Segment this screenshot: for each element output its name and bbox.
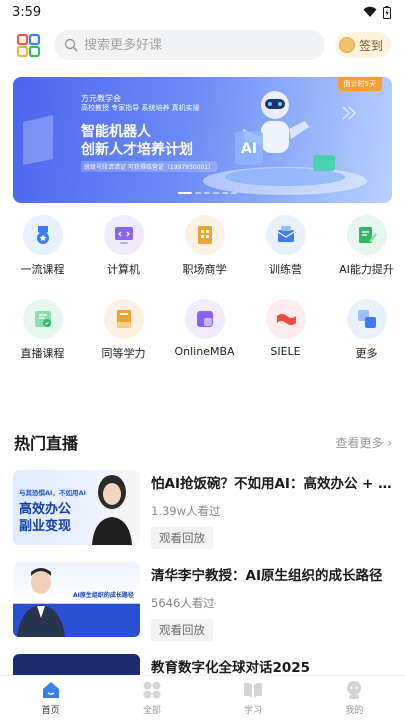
building-icon [184,215,225,255]
live-icon [22,299,63,339]
watch-replay-button[interactable]: 观看回放 [151,527,213,549]
see-more-link[interactable]: 查看更多 › [335,434,392,451]
medal-icon [22,215,63,255]
app-logo-icon[interactable] [16,32,42,58]
tab-all[interactable]: 全部 [101,676,202,720]
more-squares-icon [346,299,387,339]
home-icon [42,682,59,698]
category-grid: 一流课程 计算机 职场商学 训练营 AI能力提升 直播课程 同等学力 Onlin… [0,215,405,361]
signin-label: 签到 [358,38,383,53]
search-input[interactable] [84,37,284,53]
live-thumbnail [13,654,140,675]
live-views: 1.39w人看过 [151,504,221,518]
live-info: 怕AI抢饭碗？不如用AI：高效办公 + 副业变现 1.39w人看过 观看回放 [151,470,393,549]
category-label: 一流课程 [20,263,65,276]
category-bootcamp[interactable]: 训练营 [245,215,326,277]
svg-text:AI: AI [241,141,257,157]
watch-replay-button[interactable]: 观看回放 [151,619,213,641]
banner-badge: 倒计时5天 [337,77,382,91]
live-thumbnail: 与其恐惧AI，不如用AI 高效办公 副业变现 [13,470,140,545]
tab-label: 全部 [142,706,161,716]
computer-icon [103,215,144,255]
category-more[interactable]: 更多 [326,299,405,361]
banner-tags: 高校教授 专家指导 系统培养 真机实操 [81,104,200,112]
battery-icon [383,5,391,19]
status-bar: 3:59 [0,0,405,24]
carousel-dots[interactable] [178,192,237,194]
banner-code: 班级号段请请证 可获得结营证（1997930001） [81,161,218,172]
tab-label: 学习 [244,706,263,716]
category-label: SIELE [270,345,301,358]
live-item[interactable]: 与其恐惧AI，不如用AI 高效办公 副业变现 怕AI抢饭碗？不如用AI：高效办公… [13,470,393,549]
wifi-icon [363,6,377,17]
status-icons [363,5,391,19]
live-thumbnail: AI原生组织的成长路径 [13,562,140,637]
thumb-text-1: 与其恐惧AI，不如用AI [19,489,86,497]
see-more-label: 查看更多 [335,435,384,450]
flag-icon [265,299,306,339]
bottom-tab-bar: 首页 全部 学习 我的 [0,675,405,720]
carousel-dot[interactable] [178,192,192,194]
category-label: OnlineMBA [174,345,235,358]
status-time: 3:59 [12,4,42,20]
category-label: 直播课程 [20,347,65,360]
pencil-note-icon [346,215,387,255]
tab-home[interactable]: 首页 [0,676,101,720]
category-equivalent-degree[interactable]: 同等学力 [83,299,164,361]
presenter-photo [92,475,132,545]
category-label: 更多 [355,347,378,360]
chevron-right-icon: › [387,435,392,450]
carousel-dot[interactable] [204,192,210,194]
top-bar: 签到 [0,26,405,64]
live-item[interactable]: 教育数字化全球对话2025 [13,654,393,675]
carousel-dot[interactable] [213,192,219,194]
thumb-text-1: AI原生组织的成长路径 [73,592,134,599]
live-title[interactable]: 怕AI抢饭碗？不如用AI：高效办公 + 副业变现 [151,472,393,492]
category-label: AI能力提升 [339,263,394,276]
category-first-class[interactable]: 一流课程 [2,215,83,277]
mba-icon [184,299,225,339]
tab-label: 我的 [345,706,364,716]
grid-icon [143,681,161,699]
presenter-photo [17,568,65,637]
category-label: 同等学力 [101,347,146,360]
category-live-course[interactable]: 直播课程 [2,299,83,361]
coin-icon [338,37,355,53]
category-computer[interactable]: 计算机 [83,215,164,277]
section-title: 热门直播 [14,434,79,453]
promo-banner[interactable]: AI 方元教学会 高校教授 专家指导 系统培养 真机实操 智能机器人 创新人才培… [13,77,392,203]
live-title[interactable]: 教育数字化全球对话2025 [151,656,393,675]
live-views: 5646人看过 [151,596,215,610]
category-label: 职场商学 [182,263,227,276]
category-siele[interactable]: SIELE [245,299,326,361]
banner-title-line2: 创新人才培养计划 [81,142,193,158]
signin-button[interactable]: 签到 [334,32,391,58]
carousel-dot[interactable] [222,192,228,194]
book-icon [103,299,144,339]
carousel-dot[interactable] [231,192,237,194]
carousel-dot[interactable] [195,192,201,194]
category-label: 计算机 [107,263,140,276]
tab-label: 首页 [41,706,60,716]
open-book-icon [244,682,263,698]
profile-icon [347,681,362,699]
category-business[interactable]: 职场商学 [164,215,245,277]
live-title[interactable]: 清华李宁教授：AI原生组织的成长路径 [151,564,393,584]
tab-mine[interactable]: 我的 [304,676,405,720]
search-bar[interactable] [54,30,325,60]
category-online-mba[interactable]: OnlineMBA [164,299,245,361]
live-item[interactable]: AI原生组织的成长路径 清华李宁教授：AI原生组织的成长路径 5646人看过 观… [13,562,393,641]
tab-study[interactable]: 学习 [203,676,304,720]
category-label: 训练营 [269,263,302,276]
live-info: 清华李宁教授：AI原生组织的成长路径 5646人看过 观看回放 [151,562,393,641]
banner-illustration: AI [23,91,367,195]
hot-live-header: 热门直播 查看更多 › [14,430,392,454]
live-info: 教育数字化全球对话2025 [151,654,393,675]
envelope-icon [265,215,306,255]
search-icon [64,38,78,52]
thumb-text-3: 副业变现 [19,519,72,534]
banner-title-line1: 智能机器人 [81,124,151,140]
category-ai-skill[interactable]: AI能力提升 [326,215,405,277]
